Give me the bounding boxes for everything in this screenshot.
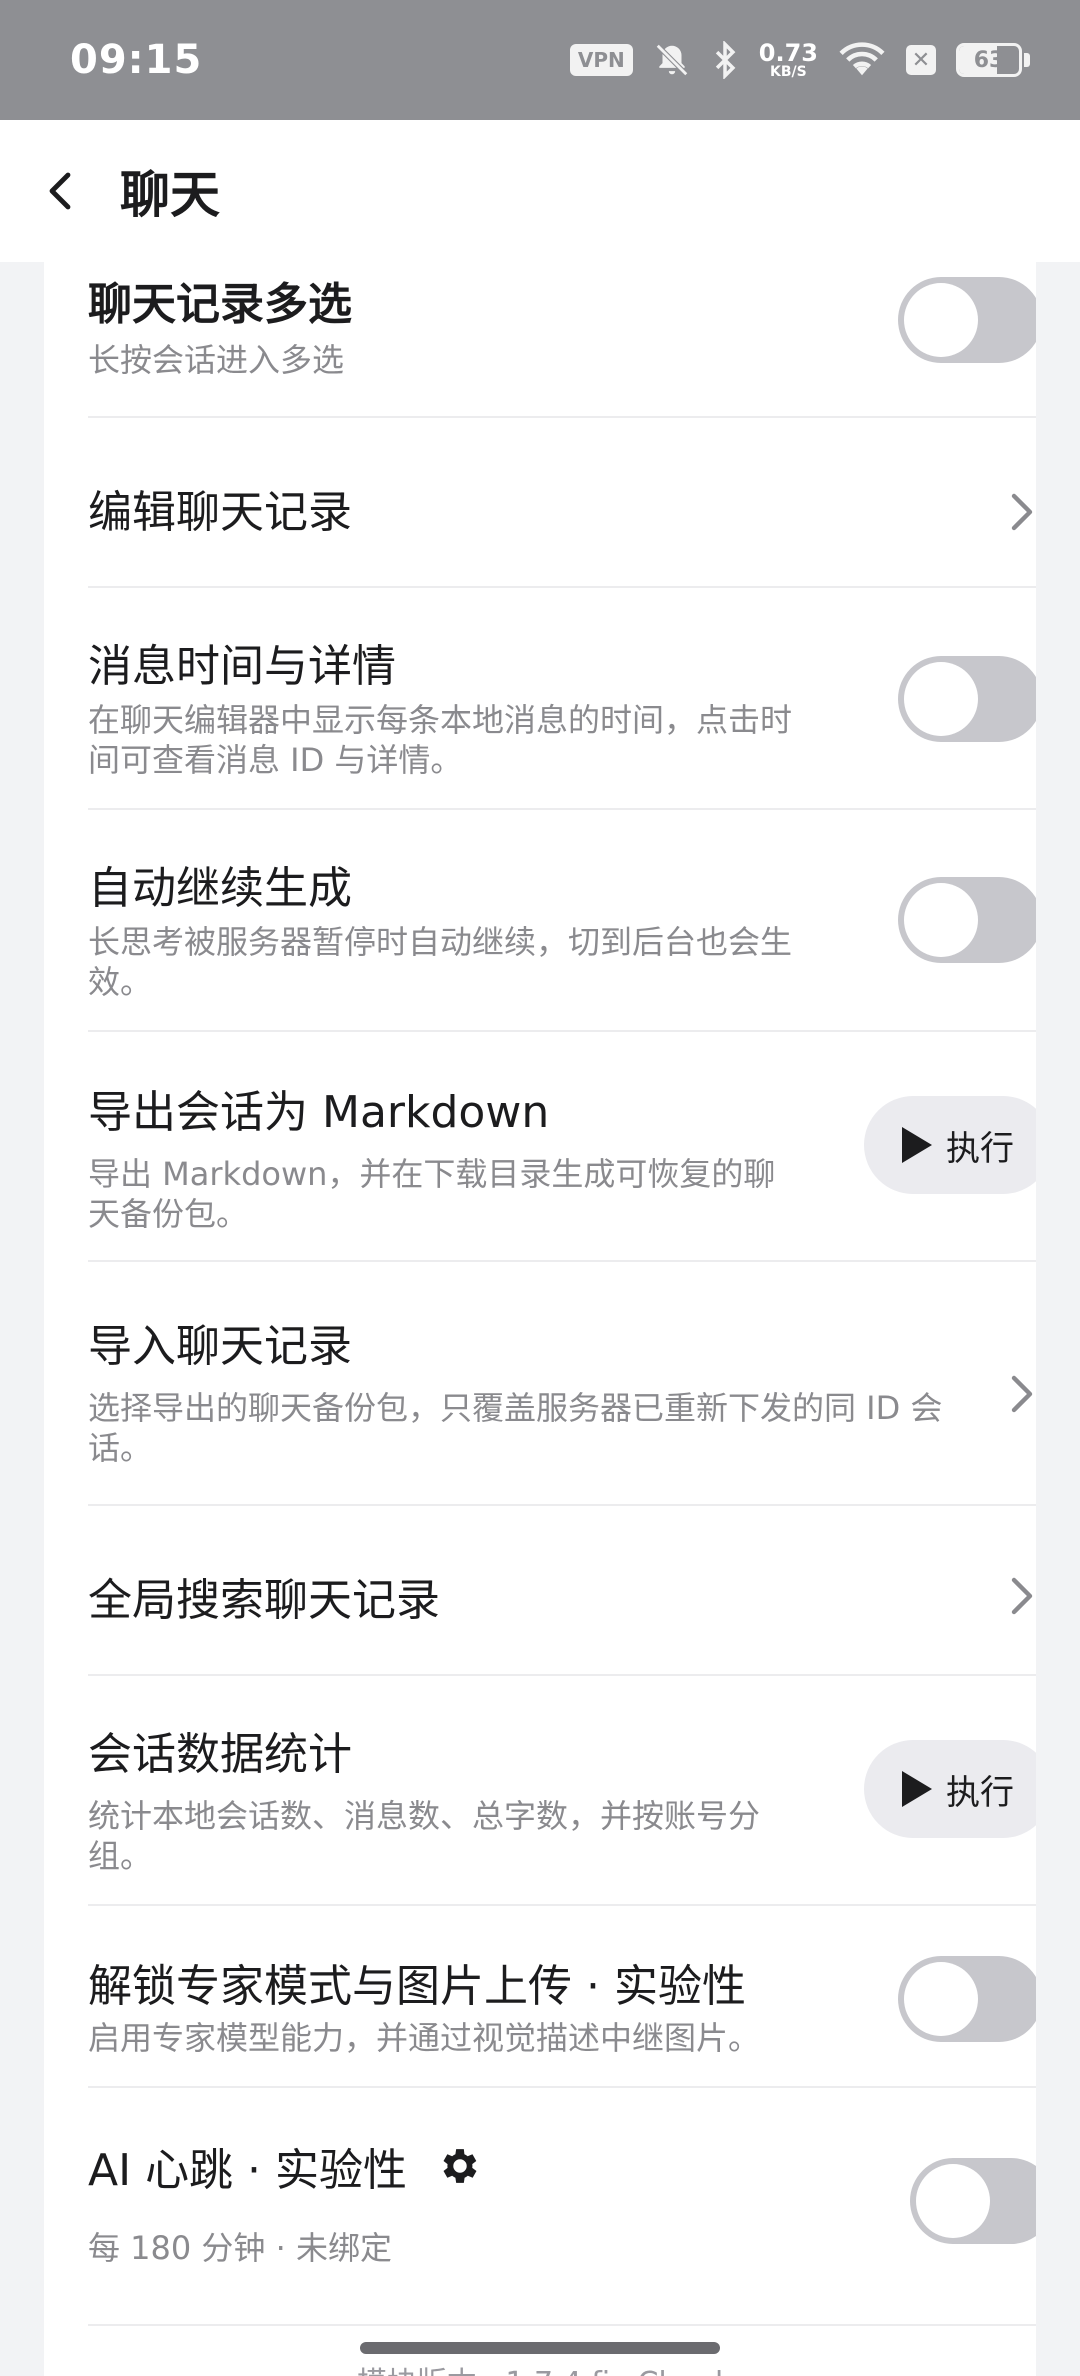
wifi-icon [839, 42, 885, 76]
play-icon [902, 1127, 932, 1163]
setting-title: AI 心跳 · 实验性 [88, 2145, 408, 2196]
setting-auto-continue[interactable]: 自动继续生成 长思考被服务器暂停时自动继续，切到后台也会生效。 [88, 810, 1036, 1032]
app-bar: 聊天 [0, 120, 1080, 262]
setting-edit-chat-history[interactable]: 编辑聊天记录 [88, 418, 1036, 588]
setting-title: 自动继续生成 [88, 863, 352, 914]
setting-title: 编辑聊天记录 [88, 487, 352, 538]
setting-expert-mode[interactable]: 解锁专家模式与图片上传 · 实验性 启用专家模型能力，并通过视觉描述中继图片。 [88, 1906, 1036, 2088]
chevron-right-icon [1011, 493, 1033, 531]
speed-value: 0.73 [758, 39, 818, 67]
toggle-knob [916, 2164, 990, 2238]
button-label: 执行 [946, 1128, 1014, 1169]
setting-subtitle: 导出 Markdown，并在下载目录生成可恢复的聊天备份包。 [88, 1155, 776, 1233]
setting-message-time-details[interactable]: 消息时间与详情 在聊天编辑器中显示每条本地消息的时间，点击时间可查看消息 ID … [88, 588, 1036, 810]
network-speed: 0.73 KB/S [759, 41, 818, 79]
toggle-knob [904, 1962, 978, 2036]
multiselect-toggle[interactable] [898, 277, 1036, 363]
setting-subtitle: 长按会话进入多选 [88, 341, 345, 379]
home-indicator[interactable] [360, 2342, 720, 2354]
battery-tip [1024, 53, 1030, 67]
auto-continue-toggle[interactable] [898, 877, 1036, 963]
status-bar: 09:15 VPN 0.73 KB/S ✕ 63 [0, 0, 1080, 120]
setting-subtitle: 统计本地会话数、消息数、总字数，并按账号分组。 [88, 1797, 761, 1875]
bluetooth-icon [715, 41, 736, 79]
setting-ai-heartbeat[interactable]: AI 心跳 · 实验性 每 180 分钟 · 未绑定 [88, 2088, 1036, 2326]
chevron-left-icon [49, 172, 71, 210]
statistics-execute-button[interactable]: 执行 [864, 1740, 1036, 1838]
setting-subtitle: 选择导出的聊天备份包，只覆盖服务器已重新下发的同 ID 会话。 [88, 1389, 943, 1467]
setting-title: 全局搜索聊天记录 [88, 1575, 440, 1626]
toggle-knob [904, 662, 978, 736]
setting-session-statistics[interactable]: 会话数据统计 统计本地会话数、消息数、总字数，并按账号分组。 执行 [88, 1676, 1036, 1906]
setting-import-chat-history[interactable]: 导入聊天记录 选择导出的聊天备份包，只覆盖服务器已重新下发的同 ID 会话。 [88, 1262, 1036, 1506]
back-button[interactable] [0, 120, 120, 262]
status-time: 09:15 [70, 37, 203, 83]
message-time-toggle[interactable] [898, 656, 1036, 742]
settings-list: 聊天记录多选 长按会话进入多选 编辑聊天记录 消息时间与详情 在聊天编辑器中显示… [44, 262, 1036, 2376]
status-icons: VPN 0.73 KB/S ✕ 63 [569, 41, 1030, 79]
setting-title: 聊天记录多选 [88, 279, 352, 330]
setting-export-markdown[interactable]: 导出会话为 Markdown 导出 Markdown，并在下载目录生成可恢复的聊… [88, 1032, 1036, 1262]
setting-subtitle: 在聊天编辑器中显示每条本地消息的时间，点击时间可查看消息 ID 与详情。 [88, 701, 793, 779]
gear-icon[interactable] [437, 2143, 483, 2189]
setting-title: 导入聊天记录 [88, 1321, 352, 1372]
setting-title: 消息时间与详情 [88, 641, 396, 692]
chevron-right-icon [1011, 1375, 1033, 1413]
toggle-knob [904, 883, 978, 957]
battery-icon: 63 [956, 43, 1022, 77]
ai-heartbeat-toggle[interactable] [910, 2158, 1036, 2244]
play-icon [902, 1771, 932, 1807]
divider [88, 2324, 1036, 2326]
speed-unit: KB/S [770, 64, 807, 80]
battery-level: 63 [973, 47, 1005, 73]
setting-chat-multiselect[interactable]: 聊天记录多选 长按会话进入多选 [88, 262, 1036, 418]
setting-title: 导出会话为 Markdown [88, 1087, 550, 1138]
export-execute-button[interactable]: 执行 [864, 1096, 1036, 1194]
setting-subtitle: 长思考被服务器暂停时自动继续，切到后台也会生效。 [88, 923, 793, 1001]
chevron-right-icon [1011, 1577, 1033, 1615]
setting-subtitle: 每 180 分钟 · 未绑定 [88, 2229, 392, 2267]
setting-title: 解锁专家模式与图片上传 · 实验性 [88, 1961, 746, 2012]
module-version-text: 模块版本 · 1.7.4 fix Cloud [0, 2358, 1080, 2376]
setting-subtitle: 启用专家模型能力，并通过视觉描述中继图片。 [88, 2019, 761, 2057]
page-title: 聊天 [120, 166, 220, 224]
setting-title: 会话数据统计 [88, 1729, 352, 1780]
setting-global-search[interactable]: 全局搜索聊天记录 [88, 1506, 1036, 1676]
mute-icon [655, 43, 688, 77]
vpn-badge: VPN [569, 44, 633, 76]
expert-mode-toggle[interactable] [898, 1956, 1036, 2042]
button-label: 执行 [946, 1772, 1014, 1813]
toggle-knob [904, 283, 978, 357]
close-icon: ✕ [906, 45, 936, 75]
